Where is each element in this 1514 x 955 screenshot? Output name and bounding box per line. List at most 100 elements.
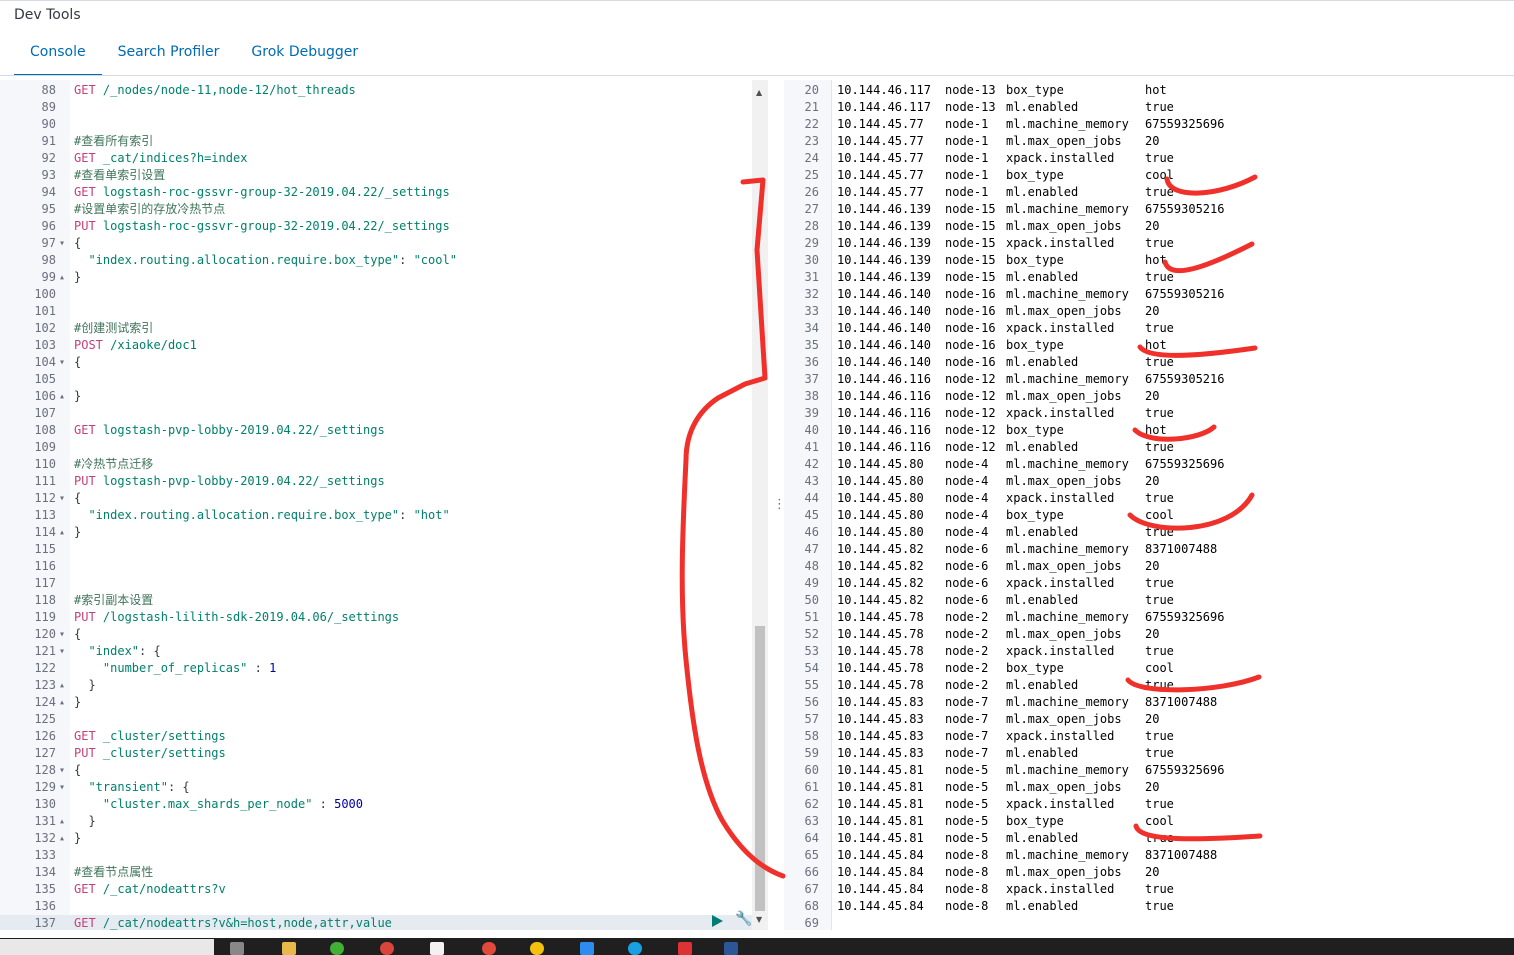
code-text[interactable]: { <box>74 235 81 252</box>
play-icon[interactable] <box>712 915 723 927</box>
editor-line[interactable]: 125 <box>0 711 752 728</box>
fold-toggle-icon[interactable]: ▴ <box>59 813 69 830</box>
editor-line[interactable]: 135 GET /_cat/nodeattrs?v <box>0 881 752 898</box>
editor-line[interactable]: 94 GET logstash-roc-gssvr-group-32-2019.0… <box>0 184 752 201</box>
panel-resizer[interactable]: ⋮ <box>768 80 786 930</box>
chrome-icon[interactable] <box>530 942 544 955</box>
fold-toggle-icon[interactable]: ▾ <box>59 354 69 371</box>
code-text[interactable]: "index": { <box>74 643 160 660</box>
editor-line[interactable]: 103 POST /xiaoke/doc1 <box>0 337 752 354</box>
editor-line[interactable]: 123 ▴ } <box>0 677 752 694</box>
app-icon[interactable] <box>628 942 642 955</box>
editor-line[interactable]: 127 PUT _cluster/settings <box>0 745 752 762</box>
code-text[interactable]: } <box>74 813 95 830</box>
editor-line[interactable]: 114 ▴} <box>0 524 752 541</box>
editor-line[interactable]: 90 <box>0 116 752 133</box>
fold-toggle-icon[interactable]: ▾ <box>59 490 69 507</box>
editor-line[interactable]: 129 ▾ "transient": { <box>0 779 752 796</box>
code-text[interactable]: GET /_cat/nodeattrs?v <box>74 881 226 898</box>
editor-line[interactable]: 116 <box>0 558 752 575</box>
code-text[interactable]: GET logstash-pvp-lobby-2019.04.22/_setti… <box>74 422 385 439</box>
code-text[interactable]: } <box>74 830 81 847</box>
editor-line[interactable]: 102 #创建测试索引 <box>0 320 752 337</box>
fold-toggle-icon[interactable]: ▴ <box>59 388 69 405</box>
code-text[interactable]: #创建测试索引 <box>74 320 153 337</box>
fold-toggle-icon[interactable]: ▾ <box>59 779 69 796</box>
scroll-up-arrow-icon[interactable]: ▲ <box>756 88 762 97</box>
editor-line[interactable]: 105 <box>0 371 752 388</box>
fold-toggle-icon[interactable]: ▴ <box>59 830 69 847</box>
code-text[interactable]: GET /_nodes/node-11,node-12/hot_threads <box>74 82 356 99</box>
editor-line[interactable]: 97 ▾ { <box>0 235 752 252</box>
code-text[interactable]: "transient": { <box>74 779 189 796</box>
editor-line[interactable]: 133 <box>0 847 752 864</box>
editor-line[interactable]: 95 #设置单索引的存放冷热节点 <box>0 201 752 218</box>
fold-toggle-icon[interactable]: ▾ <box>59 643 69 660</box>
code-text[interactable]: } <box>74 677 95 694</box>
editor-line[interactable]: 130 "cluster.max_shards_per_node" : 5000 <box>0 796 752 813</box>
code-text[interactable]: { <box>74 762 81 779</box>
editor-line[interactable]: 109 <box>0 439 752 456</box>
editor-line[interactable]: 132 ▴} <box>0 830 752 847</box>
notes-icon[interactable] <box>430 942 444 955</box>
editor-line[interactable]: 111 PUT logstash-pvp-lobby-2019.04.22/_se… <box>0 473 752 490</box>
editor-line[interactable]: 119 PUT /logstash-lilith-sdk-2019.04.06/_… <box>0 609 752 626</box>
code-text[interactable]: "cluster.max_shards_per_node" : 5000 <box>74 796 363 813</box>
app-icon[interactable] <box>482 942 496 955</box>
editor-line[interactable]: 104 ▾ { <box>0 354 752 371</box>
code-text[interactable]: #索引副本设置 <box>74 592 153 609</box>
code-text[interactable]: GET _cat/indices?h=index <box>74 150 247 167</box>
editor-line[interactable]: 91 #查看所有索引 <box>0 133 752 150</box>
editor-line[interactable]: 134 #查看节点属性 <box>0 864 752 881</box>
editor-line[interactable]: 99 ▴} <box>0 269 752 286</box>
editor-line[interactable]: 124 ▴} <box>0 694 752 711</box>
editor-line[interactable]: 96 PUT logstash-roc-gssvr-group-32-2019.0… <box>0 218 752 235</box>
editor-line[interactable]: 120 ▾ { <box>0 626 752 643</box>
code-text[interactable]: POST /xiaoke/doc1 <box>74 337 197 354</box>
code-text[interactable]: #设置单索引的存放冷热节点 <box>74 201 225 218</box>
code-text[interactable]: GET logstash-roc-gssvr-group-32-2019.04.… <box>74 184 450 201</box>
fold-toggle-icon[interactable]: ▾ <box>59 235 69 252</box>
editor-line[interactable]: 118 #索引副本设置 <box>0 592 752 609</box>
console-request-editor[interactable]: 88 GET /_nodes/node-11,node-12/hot_thread… <box>0 80 768 930</box>
editor-line[interactable]: 92 GET _cat/indices?h=index <box>0 150 752 167</box>
code-text[interactable]: GET _cluster/settings <box>74 728 226 745</box>
editor-line[interactable]: 136 <box>0 898 752 915</box>
code-text[interactable]: #查看所有索引 <box>74 133 153 150</box>
tab-grok-debugger[interactable]: Grok Debugger <box>235 34 374 76</box>
code-text[interactable]: { <box>74 626 81 643</box>
folder-icon[interactable] <box>282 942 296 955</box>
editor-line[interactable]: 115 <box>0 541 752 558</box>
editor-line[interactable]: 108 GET logstash-pvp-lobby-2019.04.22/_se… <box>0 422 752 439</box>
editor-line[interactable]: 121 ▾ "index": { <box>0 643 752 660</box>
browser-icon[interactable] <box>380 942 394 955</box>
code-text[interactable]: "index.routing.allocation.require.box_ty… <box>74 507 449 524</box>
code-text[interactable]: PUT logstash-pvp-lobby-2019.04.22/_setti… <box>74 473 385 490</box>
editor-line[interactable]: 106 ▴} <box>0 388 752 405</box>
code-text[interactable]: PUT logstash-roc-gssvr-group-32-2019.04.… <box>74 218 450 235</box>
code-text[interactable]: #查看节点属性 <box>74 864 153 881</box>
fold-toggle-icon[interactable]: ▴ <box>59 694 69 711</box>
app-icon[interactable] <box>580 942 594 955</box>
fold-toggle-icon[interactable]: ▾ <box>59 762 69 779</box>
app-icon[interactable] <box>678 942 692 955</box>
code-text[interactable]: "number_of_replicas" : 1 <box>74 660 276 677</box>
editor-line[interactable]: 112 ▾ { <box>0 490 752 507</box>
code-text[interactable]: } <box>74 694 81 711</box>
code-text[interactable]: "index.routing.allocation.require.box_ty… <box>74 252 456 269</box>
wechat-icon[interactable] <box>330 942 344 955</box>
editor-line[interactable]: 131 ▴ } <box>0 813 752 830</box>
code-text[interactable]: } <box>74 388 81 405</box>
editor-line[interactable]: 126 GET _cluster/settings <box>0 728 752 745</box>
editor-line[interactable]: 113 "index.routing.allocation.require.bo… <box>0 507 752 524</box>
wrench-icon[interactable]: 🔧 <box>735 911 752 927</box>
code-text[interactable]: GET /_cat/nodeattrs?v&h=host,node,attr,v… <box>74 915 392 930</box>
code-text[interactable]: } <box>74 269 81 286</box>
taskview-icon[interactable] <box>230 942 244 955</box>
code-text[interactable]: } <box>74 524 81 541</box>
code-text[interactable]: { <box>74 490 81 507</box>
editor-line[interactable]: 122 "number_of_replicas" : 1 <box>0 660 752 677</box>
tab-console[interactable]: Console <box>14 34 102 76</box>
scrollbar-thumb[interactable] <box>755 626 765 911</box>
code-text[interactable]: PUT _cluster/settings <box>74 745 226 762</box>
